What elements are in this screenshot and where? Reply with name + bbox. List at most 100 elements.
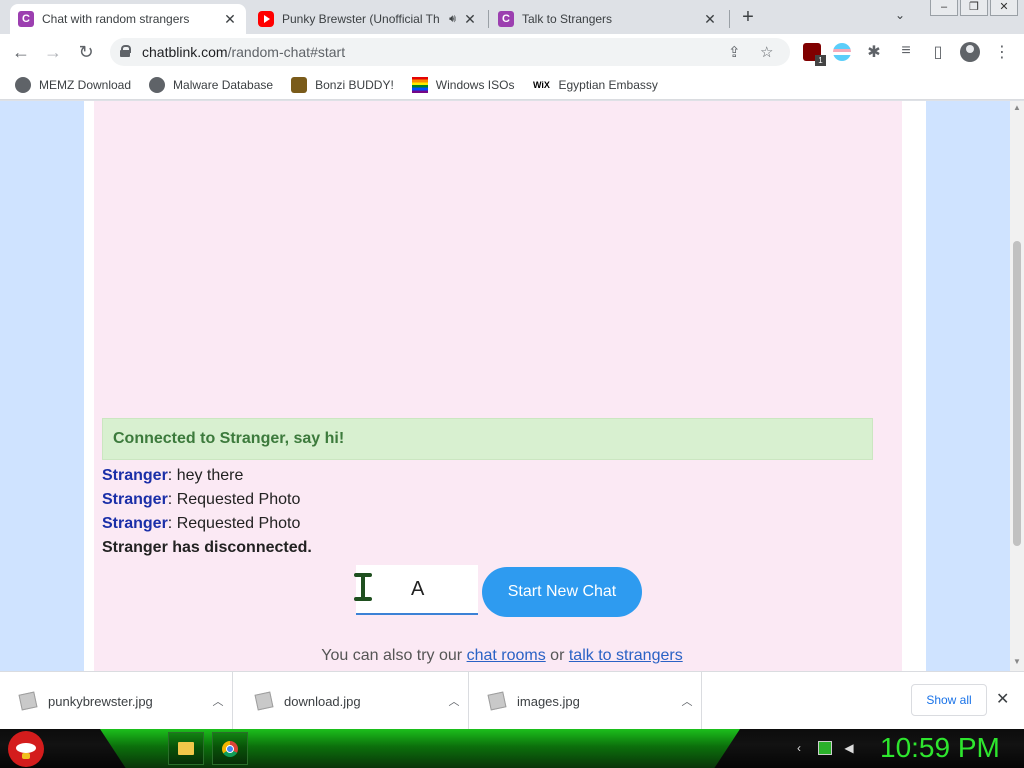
- url-path: /random-chat#start: [227, 44, 346, 60]
- tab-talk-strangers[interactable]: C Talk to Strangers ✕: [490, 4, 726, 34]
- message-nick: Stranger: [102, 515, 168, 532]
- chat-message: Stranger: Requested Photo: [102, 515, 300, 533]
- chat-message: Stranger: hey there: [102, 467, 243, 485]
- speaker-icon[interactable]: 🔊︎: [449, 13, 456, 26]
- forward-arrow-icon[interactable]: →: [42, 41, 64, 63]
- tab-chat-random[interactable]: C Chat with random strangers ✕: [10, 4, 246, 34]
- youtube-icon: [258, 11, 274, 27]
- message-text: : Requested Photo: [167, 515, 301, 532]
- side-panel-icon[interactable]: ▯: [928, 42, 948, 62]
- tab-separator: [488, 10, 489, 28]
- show-all-downloads-button[interactable]: Show all: [911, 684, 987, 716]
- window-controls: ‒ ❐ ✕: [928, 0, 1018, 16]
- window-close-icon[interactable]: ✕: [990, 0, 1018, 16]
- url-host: chatblink.com: [142, 44, 228, 60]
- also-try-text: You can also try our: [321, 647, 463, 664]
- bookmark-memz[interactable]: MEMZ Download: [15, 76, 132, 93]
- browser-toolbar: ← → ↻ chatblink.com/random-chat#start ⇪ …: [0, 34, 1024, 70]
- angry-bird-start-icon[interactable]: [8, 731, 44, 767]
- share-icon[interactable]: ⇪: [728, 43, 741, 61]
- ublock-badge: 1: [815, 55, 826, 66]
- menu-dots-icon[interactable]: ⋮: [992, 42, 1012, 62]
- download-filename: download.jpg: [284, 693, 361, 709]
- image-file-icon: [487, 691, 507, 711]
- taskbar-clock[interactable]: 10:59 PM: [880, 732, 1000, 764]
- page-scrollbar[interactable]: ▲ ▼: [1010, 101, 1024, 671]
- talk-to-strangers-link[interactable]: talk to strangers: [569, 647, 683, 664]
- also-try-line: You can also try our chat rooms or talk …: [0, 647, 1004, 665]
- bookmark-star-icon[interactable]: ☆: [760, 43, 773, 61]
- download-item[interactable]: punkybrewster.jpg ︿: [0, 672, 233, 730]
- reload-icon[interactable]: ↻: [75, 41, 97, 63]
- profile-avatar-icon[interactable]: [960, 42, 980, 62]
- flag-extension-icon[interactable]: [833, 43, 851, 61]
- scroll-up-icon[interactable]: ▲: [1013, 103, 1021, 112]
- rainbow-flag-icon: [411, 76, 428, 93]
- download-filename: images.jpg: [517, 693, 580, 709]
- chatblink-c-icon: C: [18, 11, 34, 27]
- chrome-icon: [222, 740, 238, 757]
- tab-title: Chat with random strangers: [42, 12, 190, 26]
- bookmark-label: MEMZ Download: [39, 77, 132, 92]
- message-nick: Stranger: [102, 467, 168, 484]
- media-control-icon[interactable]: ≡: [896, 42, 916, 60]
- url-text[interactable]: chatblink.com/random-chat#start: [142, 44, 345, 60]
- tab-punky-brewster[interactable]: Punky Brewster (Unofficial Th 🔊︎ ✕: [250, 4, 486, 34]
- taskbar-chrome-button[interactable]: [212, 732, 248, 765]
- back-arrow-icon[interactable]: ←: [10, 41, 32, 63]
- connected-status: Connected to Stranger, say hi!: [102, 418, 873, 460]
- close-icon[interactable]: ✕: [996, 689, 1009, 709]
- tab-title: Talk to Strangers: [522, 12, 613, 26]
- minimize-icon[interactable]: ‒: [930, 0, 958, 16]
- download-filename: punkybrewster.jpg: [48, 693, 153, 709]
- tab-title: Punky Brewster (Unofficial Th: [282, 12, 440, 26]
- start-new-chat-button[interactable]: Start New Chat: [482, 567, 642, 617]
- chevron-up-icon[interactable]: ︿: [673, 693, 701, 709]
- page-viewport: Connected to Stranger, say hi! Stranger:…: [0, 101, 1010, 671]
- scroll-down-icon[interactable]: ▼: [1013, 657, 1021, 666]
- chevron-up-icon[interactable]: ︿: [440, 693, 468, 709]
- close-icon[interactable]: ✕: [702, 11, 718, 27]
- volume-icon[interactable]: ◀: [842, 741, 856, 755]
- close-icon[interactable]: ✕: [222, 11, 238, 27]
- image-file-icon: [254, 691, 274, 711]
- download-item[interactable]: images.jpg ︿: [469, 672, 702, 730]
- bookmark-malware-db[interactable]: Malware Database: [149, 76, 273, 93]
- chat-rooms-link[interactable]: chat rooms: [467, 647, 546, 664]
- extensions-puzzle-icon[interactable]: ✱: [864, 42, 884, 62]
- restore-icon[interactable]: ❐: [960, 0, 988, 16]
- bookmarks-bar: MEMZ Download Malware Database Bonzi BUD…: [0, 70, 1024, 100]
- network-icon[interactable]: [818, 741, 832, 755]
- chatblink-c-icon: C: [498, 11, 514, 27]
- scroll-thumb[interactable]: [1013, 241, 1021, 546]
- ublock-extension-icon[interactable]: 1: [803, 43, 826, 66]
- globe-icon: [15, 76, 31, 93]
- taskbar-explorer-button[interactable]: [168, 732, 204, 765]
- or-text: or: [550, 647, 565, 664]
- lock-icon[interactable]: [120, 45, 131, 57]
- address-bar[interactable]: chatblink.com/random-chat#start ⇪ ☆: [110, 38, 790, 66]
- bookmark-label: Bonzi BUDDY!: [315, 77, 394, 92]
- disconnect-notice: Stranger has disconnected.: [102, 539, 312, 556]
- tab-search-chevron-icon[interactable]: ⌄: [895, 8, 905, 22]
- chat-message-input[interactable]: [356, 565, 478, 615]
- bookmark-egyptian-embassy[interactable]: WiX Egyptian Embassy: [532, 77, 658, 93]
- text-cursor-ibeam-icon: [352, 573, 374, 601]
- bookmark-bonzi[interactable]: Bonzi BUDDY!: [291, 76, 394, 93]
- new-tab-plus-icon[interactable]: +: [738, 7, 758, 27]
- chat-message: Stranger: Requested Photo: [102, 491, 300, 509]
- image-file-icon: [18, 691, 38, 711]
- download-item[interactable]: download.jpg ︿: [236, 672, 469, 730]
- chevron-up-icon[interactable]: ︿: [204, 693, 232, 709]
- bookmark-label: Windows ISOs: [435, 77, 515, 92]
- message-nick: Stranger: [102, 491, 168, 508]
- taskbar: ‹ ◀ 10:59 PM: [0, 729, 1024, 768]
- tray-overflow-icon[interactable]: ‹: [792, 741, 806, 755]
- bonzi-icon: [291, 76, 308, 93]
- bookmark-windows-isos[interactable]: Windows ISOs: [411, 76, 515, 93]
- downloads-bar: punkybrewster.jpg ︿ download.jpg ︿ image…: [0, 671, 1024, 730]
- tab-separator: [729, 10, 730, 28]
- close-icon[interactable]: ✕: [462, 11, 478, 27]
- globe-icon: [149, 76, 166, 93]
- tab-strip: C Chat with random strangers ✕ Punky Bre…: [0, 0, 1024, 34]
